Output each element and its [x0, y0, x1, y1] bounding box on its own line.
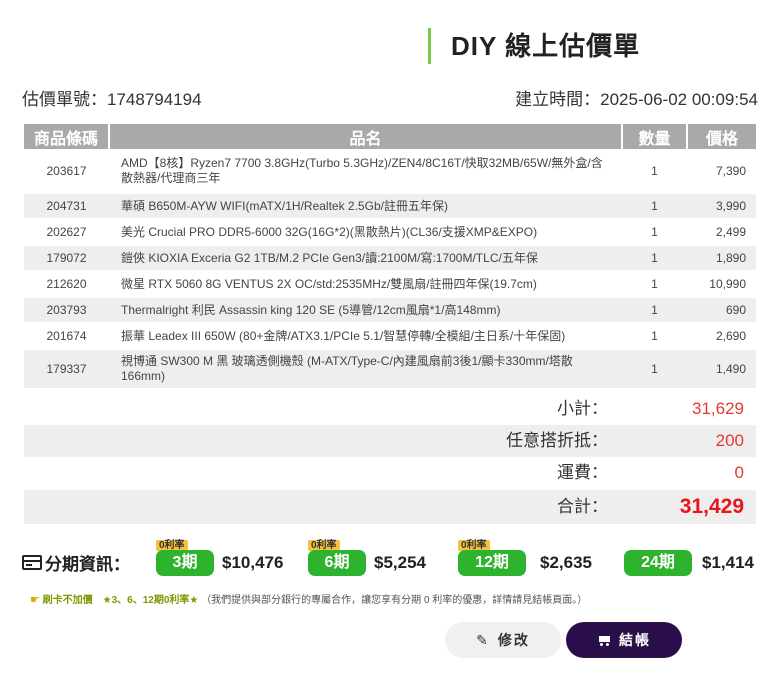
created-time-value: 2025-06-02 00:09:54: [600, 90, 758, 109]
edit-button-label: 修改: [497, 632, 530, 648]
discount-label: 任意搭折抵：: [506, 431, 608, 450]
quote-meta: 估價單號：1748794194 建立時間：2025-06-02 00:09:54: [22, 85, 758, 111]
table-row: 203793 Thermalright 利民 Assassin king 120…: [24, 297, 756, 324]
item-name: 微星 RTX 5060 8G VENTUS 2X OC/std:2535MHz/…: [109, 271, 622, 298]
shipping-row: 運費： 0: [24, 457, 756, 489]
total-row: 合計： 31,429: [24, 490, 756, 524]
item-name: 視博通 SW300 M 黑 玻璃透側機殼 (M-ATX/Type-C/內建風扇前…: [109, 349, 622, 390]
page-title: DIY 線上估價單: [451, 31, 641, 61]
table-row: 179072 鎧俠 KIOXIA Exceria G2 1TB/M.2 PCIe…: [24, 245, 756, 272]
table-header-row: 商品條碼 品名 數量 價格: [24, 124, 756, 149]
item-price: 1,890: [687, 245, 756, 272]
item-price: 7,390: [687, 149, 756, 194]
quote-number-label: 估價單號：: [22, 90, 107, 109]
credit-card-icon: [22, 555, 42, 570]
column-header-code: 商品條碼: [24, 124, 110, 149]
item-name: 鎧俠 KIOXIA Exceria G2 1TB/M.2 PCIe Gen3/讀…: [109, 245, 622, 272]
column-header-price: 價格: [687, 124, 756, 149]
item-name: AMD【8核】Ryzen7 7700 3.8GHz(Turbo 5.3GHz)/…: [109, 149, 622, 194]
checkout-button-label: 結帳: [619, 632, 651, 648]
table-row: 204731 華碩 B650M-AYW WIFI(mATX/1H/Realtek…: [24, 193, 756, 220]
item-name: 振華 Leadex III 650W (80+金牌/ATX3.1/PCIe 5.…: [109, 323, 622, 350]
items-table: 商品條碼 品名 數量 價格 203617 AMD【8核】Ryzen7 7700 …: [24, 124, 756, 390]
quote-number: 估價單號：1748794194: [22, 85, 202, 110]
item-price: 690: [687, 297, 756, 324]
item-code: 201674: [24, 323, 109, 350]
subtotal-row: 小計： 31,629: [24, 393, 756, 425]
shipping-value: 0: [734, 463, 744, 482]
item-code: 212620: [24, 271, 109, 298]
table-row: 212620 微星 RTX 5060 8G VENTUS 2X OC/std:2…: [24, 271, 756, 298]
item-qty: 1: [622, 149, 687, 194]
item-qty: 1: [622, 323, 687, 350]
item-qty: 1: [622, 219, 687, 246]
item-code: 204731: [24, 193, 109, 220]
pointing-hand-icon: ☛: [30, 594, 40, 606]
item-price: 3,990: [687, 193, 756, 220]
column-header-qty: 數量: [622, 124, 688, 149]
notice-text: （我們提供與部分銀行的專屬合作，讓您享有分期 0 利率的優惠，詳情請見結帳頁面。…: [201, 595, 588, 606]
period-pill: 6期: [308, 550, 366, 576]
created-time-label: 建立時間：: [515, 90, 601, 109]
cart-icon: [597, 635, 611, 646]
installment-notice: ☛ 刷卡不加價 ★3、6、12期0利率★ （我們提供與部分銀行的專屬合作，讓您享…: [30, 591, 587, 606]
period-pill: 12期: [458, 550, 526, 576]
table-row: 179337 視博通 SW300 M 黑 玻璃透側機殼 (M-ATX/Type-…: [24, 349, 756, 390]
period-amount: $5,254: [374, 553, 426, 572]
total-label: 合計：: [557, 497, 608, 516]
item-name: Thermalright 利民 Assassin king 120 SE (5導…: [109, 297, 622, 324]
checkout-button[interactable]: 結帳: [566, 622, 682, 658]
period-amount: $10,476: [222, 553, 284, 572]
notice-highlight: 刷卡不加價 ★3、6、12期0利率★: [42, 595, 199, 606]
item-price: 2,690: [687, 323, 756, 350]
period-amount: $1,414: [702, 553, 754, 572]
item-code: 179337: [24, 349, 109, 390]
table-row: 202627 美光 Crucial PRO DDR5-6000 32G(16G*…: [24, 219, 756, 246]
pencil-icon: ✎: [476, 631, 490, 648]
total-value: 31,429: [679, 495, 744, 518]
installment-title: 分期資訊：: [22, 550, 130, 575]
table-row: 201674 振華 Leadex III 650W (80+金牌/ATX3.1/…: [24, 323, 756, 350]
discount-row: 任意搭折抵： 200: [24, 425, 756, 457]
title-block: DIY 線上估價單: [428, 28, 640, 64]
item-price: 2,499: [687, 219, 756, 246]
period-pill: 3期: [156, 550, 214, 576]
item-qty: 1: [622, 271, 687, 298]
column-header-name: 品名: [109, 124, 623, 149]
edit-button[interactable]: ✎ 修改: [445, 622, 561, 658]
discount-value: 200: [715, 431, 744, 450]
item-code: 202627: [24, 219, 109, 246]
item-qty: 1: [622, 349, 687, 390]
item-code: 203793: [24, 297, 109, 324]
item-qty: 1: [622, 245, 687, 272]
item-code: 203617: [24, 149, 109, 194]
shipping-label: 運費：: [557, 463, 608, 482]
item-price: 10,990: [687, 271, 756, 298]
item-code: 179072: [24, 245, 109, 272]
table-row: 203617 AMD【8核】Ryzen7 7700 3.8GHz(Turbo 5…: [24, 149, 756, 194]
installment-label: 分期資訊：: [45, 555, 130, 574]
item-name: 美光 Crucial PRO DDR5-6000 32G(16G*2)(黑散熱片…: [109, 219, 622, 246]
installment-section: 分期資訊： 0利率 3期 $10,476 0利率 6期 $5,254 0利率 1…: [22, 540, 762, 582]
period-pill: 24期: [624, 550, 692, 576]
subtotal-value: 31,629: [692, 399, 744, 418]
item-price: 1,490: [687, 349, 756, 390]
item-name: 華碩 B650M-AYW WIFI(mATX/1H/Realtek 2.5Gb/…: [109, 193, 622, 220]
period-amount: $2,635: [540, 553, 592, 572]
quote-number-value: 1748794194: [107, 90, 202, 109]
created-time: 建立時間：2025-06-02 00:09:54: [515, 85, 758, 110]
item-qty: 1: [622, 193, 687, 220]
item-qty: 1: [622, 297, 687, 324]
subtotal-label: 小計：: [557, 399, 608, 418]
